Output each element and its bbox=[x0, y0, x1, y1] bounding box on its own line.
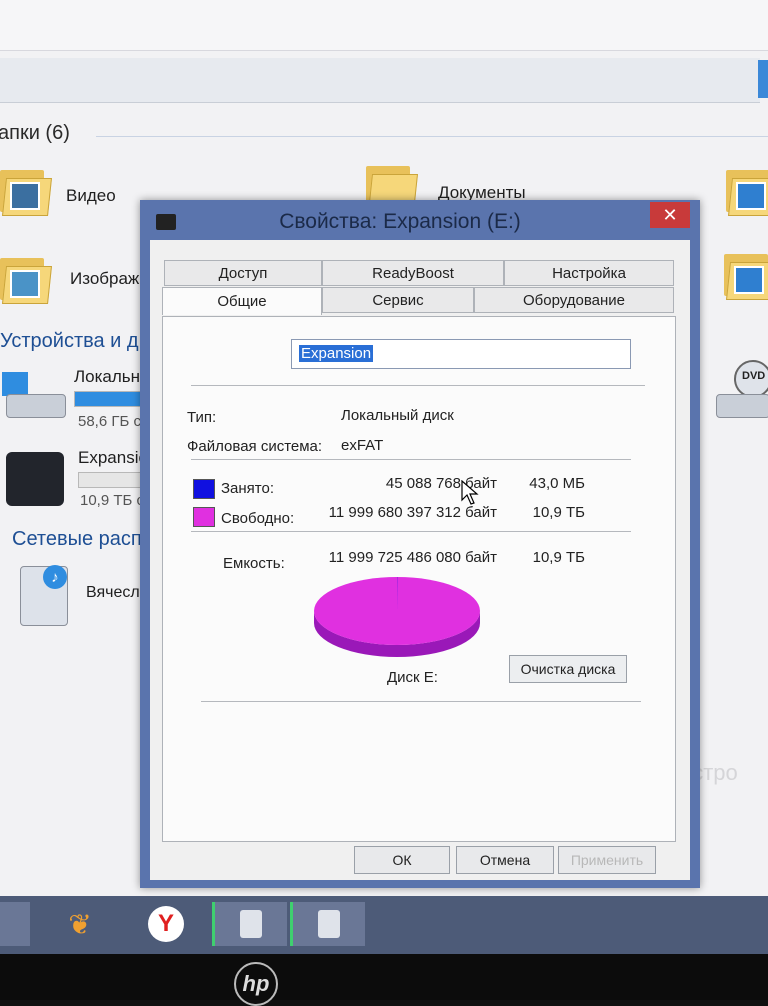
address-bar[interactable] bbox=[0, 58, 760, 103]
disk-letter-label: Диск E: bbox=[387, 669, 438, 686]
free-label: Свободно: bbox=[221, 510, 294, 527]
type-label: Тип: bbox=[187, 409, 216, 426]
apply-button[interactable]: Применить bbox=[558, 846, 656, 874]
dialog-body: Доступ ReadyBoost Настройка Общие Сервис… bbox=[150, 240, 690, 880]
tab-general[interactable]: Общие bbox=[162, 287, 322, 315]
desktop-folder-icon[interactable] bbox=[724, 244, 768, 300]
drive-local-free-space: 58,6 ГБ св bbox=[78, 413, 149, 430]
free-space-color-swatch bbox=[193, 507, 215, 527]
disk-cleanup-button[interactable]: Очистка диска bbox=[509, 655, 627, 683]
tab-access[interactable]: Доступ bbox=[164, 260, 322, 286]
used-size: 43,0 МБ bbox=[503, 475, 585, 492]
mouse-cursor-icon bbox=[461, 480, 479, 506]
external-drive-icon[interactable] bbox=[6, 452, 64, 506]
dialog-title: Свойства: Expansion (E:) bbox=[140, 210, 660, 234]
video-folder-icon[interactable] bbox=[0, 160, 46, 216]
disk-usage-pie-chart bbox=[313, 575, 483, 665]
filesystem-value: exFAT bbox=[341, 437, 383, 454]
type-value: Локальный диск bbox=[341, 407, 454, 424]
divider bbox=[201, 701, 641, 702]
used-label: Занято: bbox=[221, 480, 274, 497]
used-space-color-swatch bbox=[193, 479, 215, 499]
free-bytes: 11 999 680 397 312 байт bbox=[323, 504, 497, 521]
address-bar-edge bbox=[758, 60, 768, 98]
laptop-bezel bbox=[0, 954, 768, 1000]
tab-hardware[interactable]: Оборудование bbox=[474, 287, 674, 313]
tab-tools[interactable]: Сервис bbox=[322, 287, 474, 313]
drive-window-icon[interactable] bbox=[212, 902, 287, 946]
capacity-bytes: 11 999 725 486 080 байт bbox=[323, 549, 497, 566]
divider bbox=[191, 459, 631, 460]
taskbar bbox=[0, 896, 768, 954]
devices-heading: Устройства и д bbox=[0, 330, 139, 353]
folder-video-label[interactable]: Видео bbox=[66, 186, 116, 206]
divider bbox=[191, 531, 631, 532]
local-disk-icon[interactable] bbox=[2, 372, 64, 418]
capacity-label: Емкость: bbox=[223, 555, 285, 572]
volume-name-selection: Expansion bbox=[299, 345, 373, 362]
downloads-folder-icon[interactable] bbox=[726, 160, 768, 216]
music-note-icon: ♪ bbox=[43, 565, 67, 589]
section-divider bbox=[96, 136, 768, 137]
general-tab-panel: Expansion Тип: Локальный диск Файловая с… bbox=[162, 316, 676, 842]
media-server-icon[interactable]: ♪ bbox=[20, 566, 68, 626]
folders-heading: апки (6) bbox=[0, 122, 70, 145]
close-button[interactable]: ✕ bbox=[650, 202, 690, 228]
taskbar-left-edge[interactable] bbox=[0, 902, 30, 946]
tab-customize[interactable]: Настройка bbox=[504, 260, 674, 286]
divider bbox=[191, 385, 645, 386]
ok-button[interactable]: ОК bbox=[354, 846, 450, 874]
network-heading: Сетевые распо bbox=[12, 528, 153, 551]
hp-logo: hp bbox=[234, 962, 278, 1006]
filesystem-label: Файловая система: bbox=[187, 438, 322, 455]
capacity-size: 10,9 ТБ bbox=[503, 549, 585, 566]
explorer-toolbar bbox=[0, 0, 768, 51]
tab-readyboost[interactable]: ReadyBoost bbox=[322, 260, 504, 286]
drive-window-icon[interactable] bbox=[290, 902, 365, 946]
properties-dialog: Свойства: Expansion (E:) ✕ Доступ ReadyB… bbox=[140, 200, 700, 888]
cancel-button[interactable]: Отмена bbox=[456, 846, 554, 874]
folder-pictures-label[interactable]: Изображ bbox=[70, 269, 139, 289]
free-size: 10,9 ТБ bbox=[503, 504, 585, 521]
dvd-drive-icon[interactable]: DVD bbox=[716, 360, 768, 420]
pictures-folder-icon[interactable] bbox=[0, 248, 46, 304]
butterfly-icon[interactable]: ❦ bbox=[54, 902, 106, 946]
yandex-browser-icon[interactable]: Y bbox=[140, 902, 192, 946]
